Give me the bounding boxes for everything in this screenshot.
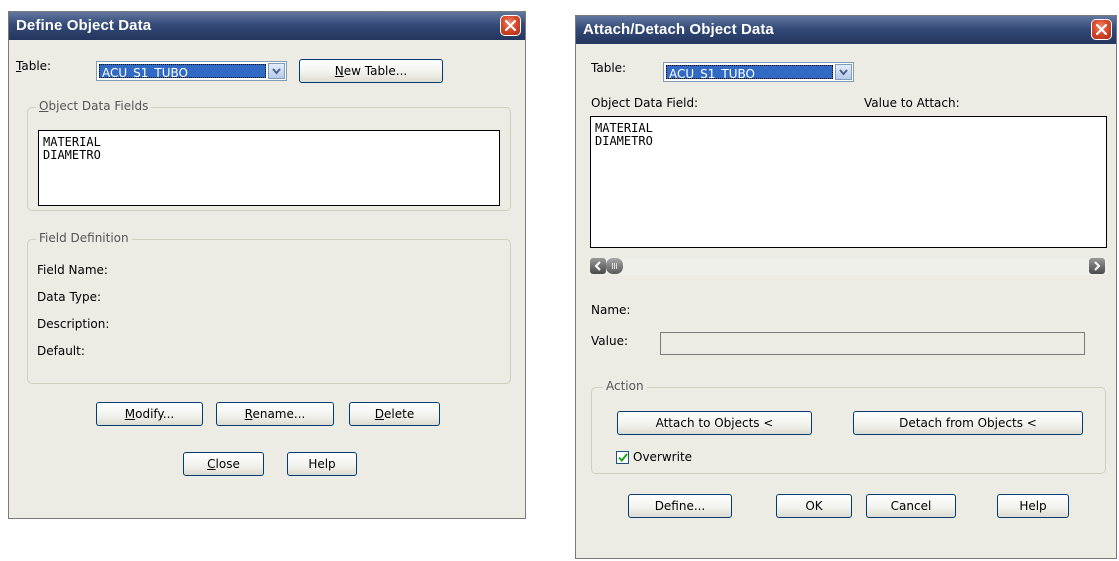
value-field[interactable]	[660, 332, 1085, 355]
action-legend: Action	[603, 379, 647, 393]
object-data-fields-list[interactable]: MATERIAL DIAMETRO	[38, 130, 500, 206]
table-select-value: ACU_S1_TUBO	[102, 66, 188, 80]
rename-button[interactable]: Rename...	[216, 402, 334, 426]
field-definition-group: Field Definition	[27, 231, 511, 384]
checkmark-icon	[618, 453, 628, 462]
titlebar: Attach/Detach Object Data	[576, 16, 1116, 44]
table-select[interactable]: ACU_S1_TUBO	[663, 62, 854, 82]
table-select-value: ACU_S1_TUBO	[669, 67, 755, 81]
modify-button[interactable]: Modify...	[96, 402, 203, 426]
chevron-down-icon[interactable]	[268, 63, 285, 79]
scroll-thumb[interactable]	[606, 258, 623, 274]
help-button[interactable]: Help	[997, 494, 1069, 518]
dialog-title: Attach/Detach Object Data	[583, 21, 774, 38]
value-label: Value:	[591, 334, 628, 348]
default-label: Default:	[37, 344, 85, 358]
close-icon[interactable]	[500, 15, 521, 36]
attach-detach-object-data-dialog: Attach/Detach Object Data Table: ACU_S1_…	[575, 15, 1117, 559]
description-label: Description:	[37, 317, 110, 331]
object-data-fields-legend: Object Data Fields	[36, 99, 152, 113]
overwrite-checkbox[interactable]	[616, 451, 629, 464]
name-label: Name:	[591, 303, 631, 317]
close-button[interactable]: Close	[183, 452, 264, 476]
help-button[interactable]: Help	[287, 452, 357, 476]
define-button[interactable]: Define...	[628, 494, 732, 518]
list-item[interactable]: MATERIAL	[591, 122, 1106, 135]
overwrite-label[interactable]: Overwrite	[633, 450, 692, 464]
ok-button[interactable]: OK	[776, 494, 852, 518]
list-item[interactable]: DIAMETRO	[591, 135, 1106, 148]
chevron-down-icon[interactable]	[835, 64, 852, 80]
field-definition-legend: Field Definition	[36, 231, 132, 245]
define-object-data-dialog: Define Object Data Table: ACU_S1_TUBO Ne…	[8, 11, 526, 519]
value-to-attach-label: Value to Attach:	[864, 96, 960, 110]
dialog-title: Define Object Data	[16, 17, 152, 34]
scroll-left-icon[interactable]	[590, 258, 606, 274]
detach-from-objects-button[interactable]: Detach from Objects <	[853, 411, 1083, 435]
attach-to-objects-button[interactable]: Attach to Objects <	[617, 411, 812, 435]
scroll-right-icon[interactable]	[1089, 258, 1105, 274]
close-icon[interactable]	[1091, 19, 1112, 40]
new-table-button[interactable]: New Table...	[299, 59, 443, 83]
titlebar: Define Object Data	[9, 12, 525, 40]
delete-button[interactable]: Delete	[349, 402, 440, 426]
horizontal-scrollbar[interactable]	[590, 258, 1107, 275]
object-data-field-label: Object Data Field:	[591, 96, 699, 110]
field-name-label: Field Name:	[37, 263, 108, 277]
table-label: Table:	[16, 59, 52, 73]
data-type-label: Data Type:	[37, 290, 102, 304]
object-data-field-list[interactable]: MATERIAL DIAMETRO	[590, 116, 1107, 248]
table-select[interactable]: ACU_S1_TUBO	[96, 61, 287, 81]
table-label: Table:	[591, 61, 627, 75]
list-item[interactable]: DIAMETRO	[39, 149, 499, 162]
cancel-button[interactable]: Cancel	[866, 494, 956, 518]
list-item[interactable]: MATERIAL	[39, 136, 499, 149]
